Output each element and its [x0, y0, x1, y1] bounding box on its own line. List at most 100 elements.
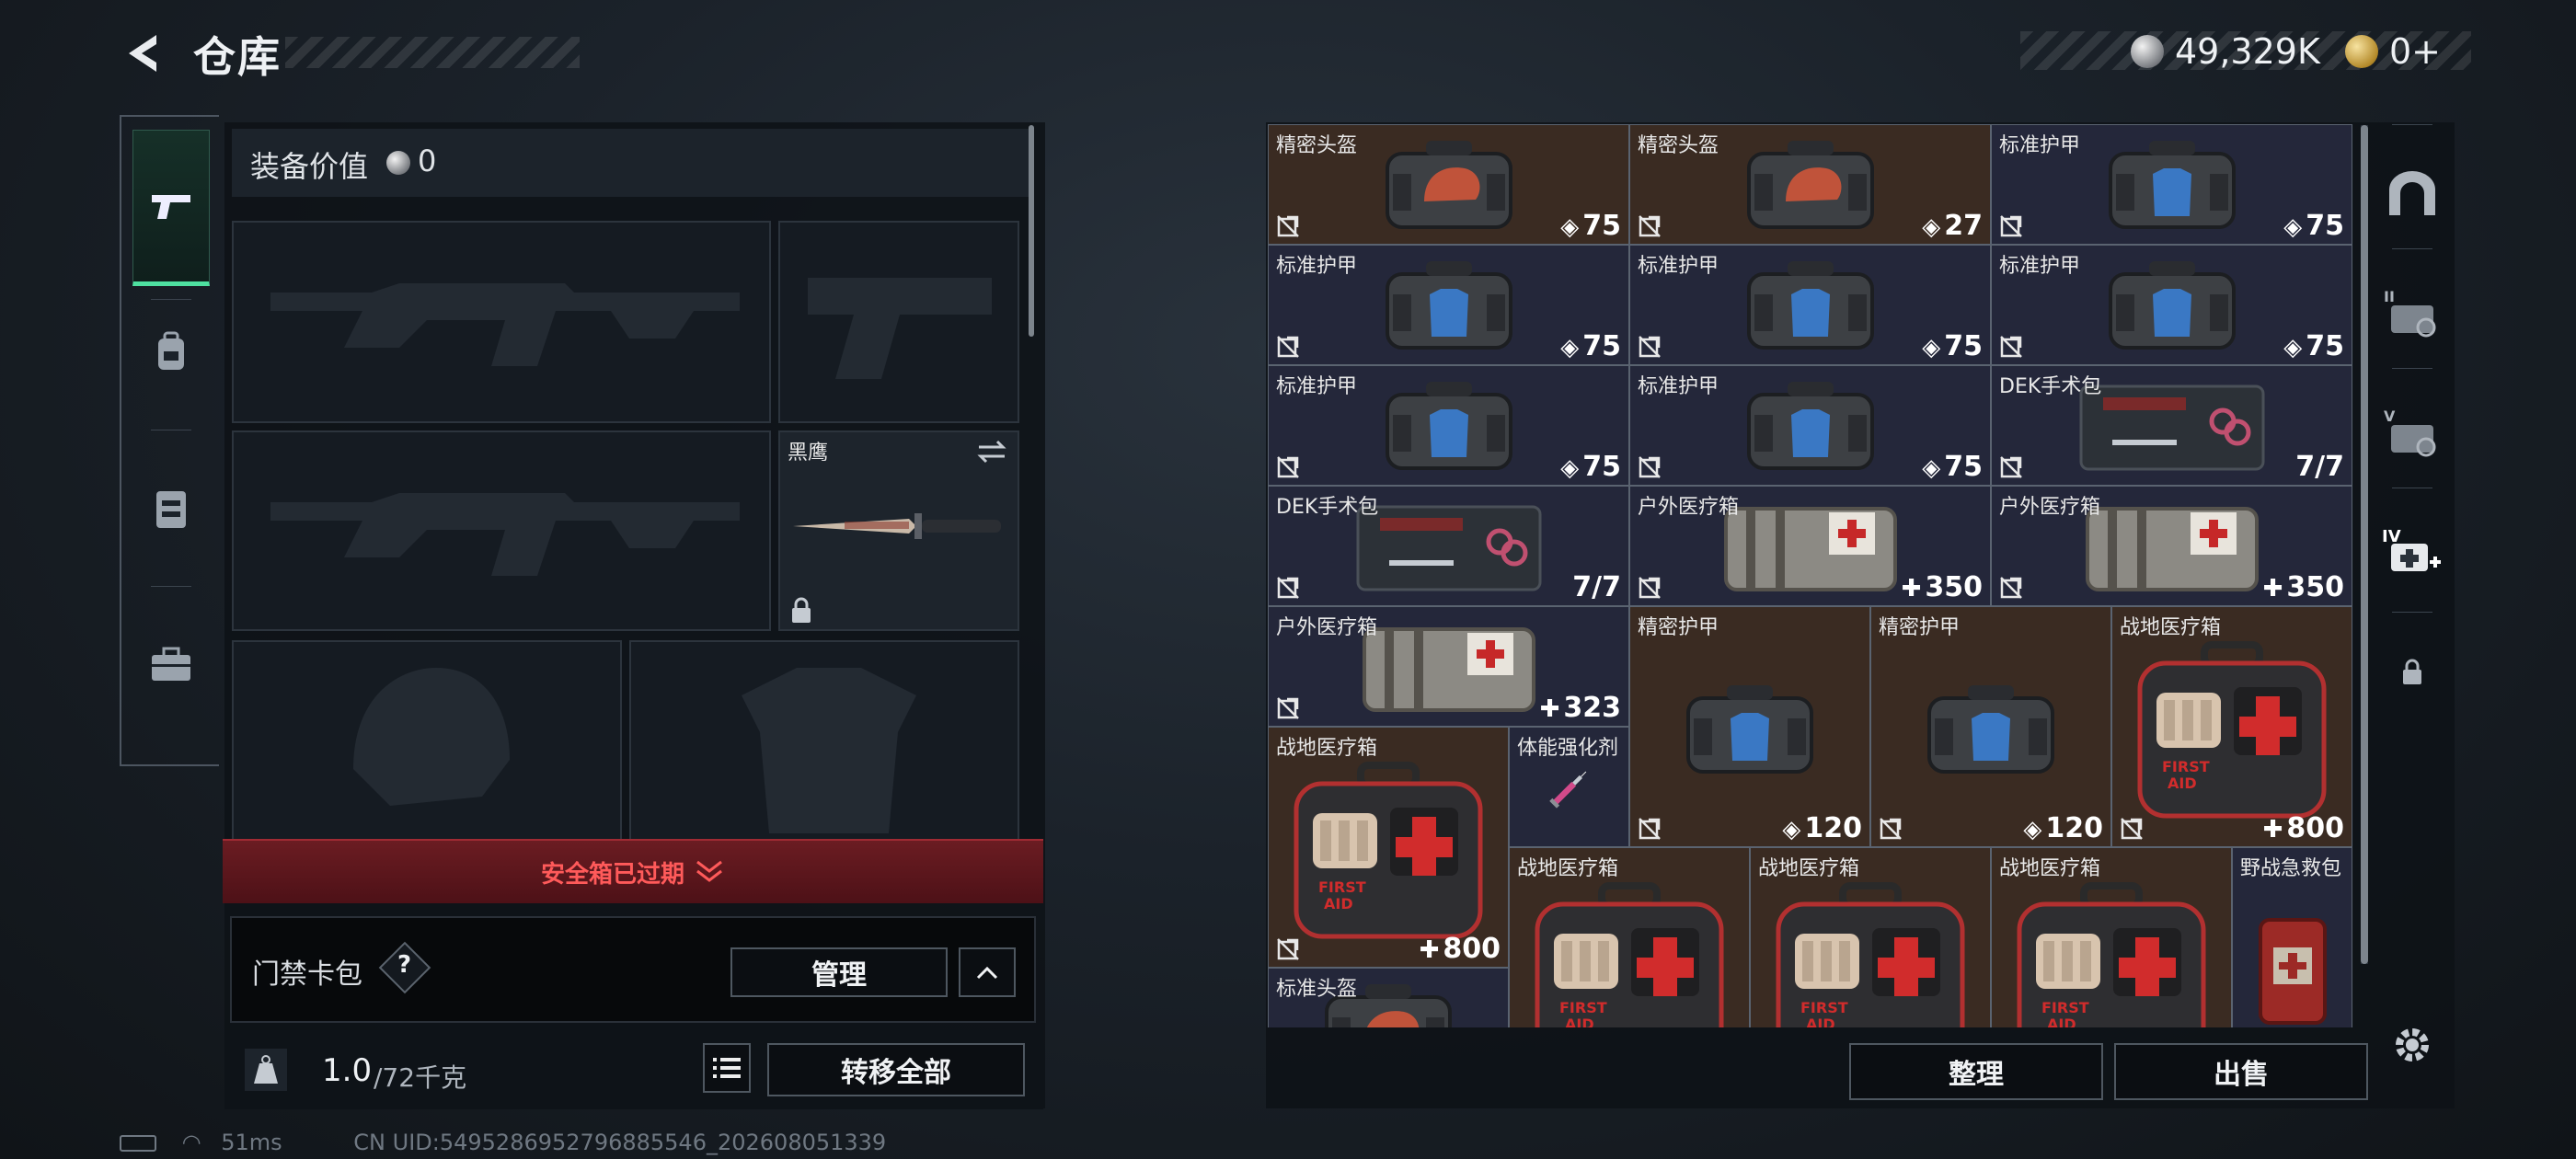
- battery-icon: [120, 1135, 156, 1152]
- item-name: 标准护甲: [1638, 375, 1719, 398]
- stash-item-cell[interactable]: 战地医疗箱 FIRST AID: [1750, 847, 1991, 1027]
- list-view-button[interactable]: [703, 1043, 751, 1093]
- stash-item-cell[interactable]: 战地医疗箱 FIRST AID: [1991, 847, 2232, 1027]
- no-sell-icon: [1999, 214, 2023, 238]
- tab-briefcase[interactable]: [132, 623, 210, 706]
- rifle-silhouette-icon: [270, 493, 740, 576]
- keycard-case-label: 门禁卡包: [252, 958, 362, 991]
- stash-item-cell[interactable]: 标准护甲 ◈ 75: [1991, 124, 2352, 245]
- svg-text:AID: AID: [2168, 775, 2197, 792]
- item-value: ✚ 323: [1539, 692, 1621, 724]
- capacity-bar: 1.0 /72千克 转移全部: [224, 1030, 1043, 1109]
- stash-item-cell[interactable]: 户外医疗箱 ✚ 323: [1268, 606, 1629, 727]
- durability-shield-icon: ◈: [1560, 213, 1580, 241]
- stash-item-cell[interactable]: 标准护甲 ◈ 75: [1991, 245, 2352, 365]
- tab-stash-ii[interactable]: II: [2377, 271, 2447, 354]
- tab-stash-iv-medical[interactable]: IV: [2377, 511, 2447, 593]
- settings-gear-icon[interactable]: [2388, 1021, 2436, 1069]
- silver-coin-icon: [2131, 35, 2164, 68]
- stash-item-cell[interactable]: 精密护甲 ◈ 120: [1870, 606, 2111, 847]
- stash-item-cell[interactable]: 战地医疗箱 FIRST AID ✚ 800: [1268, 727, 1509, 968]
- backpack-icon: [158, 331, 184, 370]
- item-value: ◈ 120: [2023, 812, 2103, 844]
- durability-shield-icon: ◈: [1922, 213, 1941, 241]
- melee-slot[interactable]: 黑鹰: [778, 430, 1019, 631]
- stash-item-cell[interactable]: 标准头盔: [1268, 968, 1509, 1027]
- stash-item-cell[interactable]: 标准护甲 ◈ 75: [1268, 365, 1629, 486]
- stash-item-cell[interactable]: 战地医疗箱 FIRST AID: [1509, 847, 1750, 1027]
- tab-chest-rig[interactable]: [132, 466, 210, 549]
- item-value: ◈ 27: [1922, 210, 1983, 242]
- surgery-kit-icon: [1352, 496, 1546, 601]
- item-name: 战地医疗箱: [1517, 857, 1619, 880]
- stash-item-cell[interactable]: 战地医疗箱 FIRST AID ✚ 800: [2111, 606, 2352, 847]
- no-sell-icon: [1638, 455, 1662, 479]
- item-value: ◈ 75: [1560, 330, 1621, 362]
- keycard-case-bar: 门禁卡包 ? 管理: [230, 916, 1036, 1023]
- first-aid-case-icon: FIRST AID: [2131, 637, 2333, 825]
- tab-weapons[interactable]: [132, 130, 210, 286]
- first-aid-case-icon: FIRST AID: [2010, 878, 2213, 1027]
- no-sell-icon: [1276, 335, 1300, 359]
- stash-item-cell[interactable]: 标准护甲 ◈ 75: [1629, 245, 1991, 365]
- item-name: 户外医疗箱: [1999, 496, 2101, 519]
- first-aid-case-icon: FIRST AID: [1287, 758, 1489, 946]
- gold-currency-value[interactable]: 0+: [2389, 31, 2441, 72]
- item-value: ◈ 75: [1922, 330, 1983, 362]
- stash-item-cell[interactable]: 精密护甲 ◈ 120: [1629, 606, 1870, 847]
- back-arrow-icon[interactable]: [120, 29, 167, 77]
- manage-button[interactable]: 管理: [730, 947, 948, 997]
- heal-plus-icon: ✚: [2262, 575, 2283, 602]
- stash-item-cell[interactable]: 标准护甲 ◈ 75: [1629, 365, 1991, 486]
- safe-box-expired-banner[interactable]: 安全箱已过期: [223, 839, 1043, 903]
- item-value: ◈ 75: [2283, 330, 2344, 362]
- swap-icon[interactable]: [975, 440, 1008, 464]
- tab-backpack[interactable]: [132, 310, 210, 393]
- tab-stash-locked[interactable]: [2377, 630, 2447, 713]
- sell-button[interactable]: 出售: [2114, 1043, 2368, 1100]
- svg-text:AID: AID: [1324, 895, 1353, 912]
- armor-slot[interactable]: [629, 640, 1019, 843]
- lock-icon: [792, 597, 811, 623]
- stash-scrollbar[interactable]: [2361, 125, 2368, 964]
- stash-item-cell[interactable]: 体能强化剂: [1509, 727, 1629, 847]
- stash-scrollbar-thumb[interactable]: [2361, 125, 2368, 964]
- stash-item-cell[interactable]: 精密头盔 ◈ 27: [1629, 124, 1991, 245]
- tab-stash-v[interactable]: V: [2377, 391, 2447, 474]
- stash-item-cell[interactable]: DEK手术包 7/7: [1991, 365, 2352, 486]
- syringe-icon: [1544, 763, 1594, 815]
- no-sell-icon: [1999, 335, 2023, 359]
- stash-item-cell[interactable]: 野战急救包: [2232, 847, 2352, 1027]
- durability-shield-icon: ◈: [1922, 334, 1941, 361]
- transfer-all-button[interactable]: 转移全部: [767, 1043, 1025, 1096]
- stash-item-cell[interactable]: 标准护甲 ◈ 75: [1268, 245, 1629, 365]
- item-name: 精密头盔: [1276, 134, 1358, 157]
- sort-button[interactable]: 整理: [1849, 1043, 2103, 1100]
- stash-item-cell[interactable]: 户外医疗箱 ✚ 350: [1991, 486, 2352, 606]
- stash-item-cell[interactable]: 户外医疗箱 ✚ 350: [1629, 486, 1991, 606]
- equipment-scrollbar[interactable]: [1029, 125, 1034, 337]
- stash-grid: 精密头盔 ◈ 75 精密头盔 ◈ 27 标准护甲 ◈ 75 标准护甲 ◈ 75 标准护甲 ◈ 75 标准护甲 ◈…: [1268, 124, 2353, 1027]
- gold-coin-icon: [2344, 35, 2378, 68]
- item-name: 标准护甲: [1638, 255, 1719, 278]
- sidearm-slot[interactable]: [778, 221, 1019, 423]
- primary-weapon-slot-1[interactable]: [232, 221, 771, 423]
- primary-weapon-slot-2[interactable]: [232, 430, 771, 631]
- page-title: 仓库: [193, 32, 282, 82]
- no-sell-icon: [1276, 937, 1300, 961]
- armor-bag-icon: [2103, 258, 2241, 357]
- uid-text: CN UID:5495286952796885546_202608051339: [353, 1130, 887, 1155]
- item-value: ✚ 800: [2262, 812, 2344, 844]
- collapse-button[interactable]: [959, 947, 1016, 997]
- item-name: 战地医疗箱: [2120, 616, 2222, 639]
- helmet-slot[interactable]: [232, 640, 622, 843]
- item-name: DEK手术包: [1276, 496, 1379, 519]
- item-name: 标准护甲: [1999, 134, 2081, 157]
- stash-tab-bar: II V IV: [2377, 115, 2447, 786]
- tab-stash-main[interactable]: [2377, 152, 2447, 235]
- chevron-down-icon: [696, 860, 722, 882]
- stash-item-cell[interactable]: 精密头盔 ◈ 75: [1268, 124, 1629, 245]
- ping-text: 51ms: [221, 1130, 282, 1155]
- stash-item-cell[interactable]: DEK手术包 7/7: [1268, 486, 1629, 606]
- outdoor-medkit-icon: [1719, 496, 1903, 601]
